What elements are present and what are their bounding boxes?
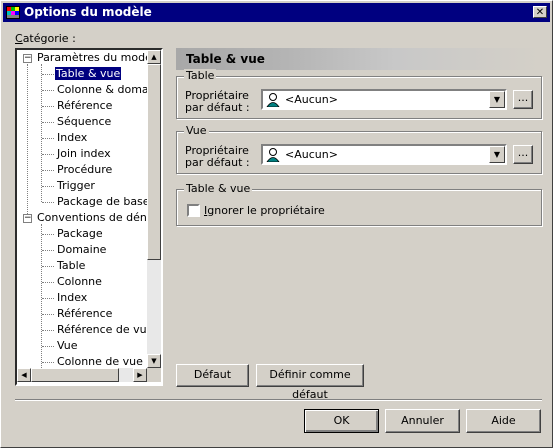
user-icon	[266, 93, 280, 107]
tree-line	[27, 64, 28, 214]
tree-item[interactable]: Colonne	[57, 274, 102, 290]
set-default-button[interactable]: Définir comme défaut	[256, 364, 364, 401]
ignore-owner-label[interactable]: Ignorer le propriétaire	[204, 204, 325, 217]
window-title: Options du modèle	[24, 5, 152, 19]
ok-button[interactable]: OK	[304, 409, 379, 433]
table-owner-label-line2: par défaut :	[185, 101, 250, 114]
app-icon	[6, 6, 20, 19]
tree-line	[42, 186, 54, 187]
dropdown-arrow-icon[interactable]: ▼	[489, 91, 505, 108]
separator	[15, 399, 542, 401]
tree-item[interactable]: Référence	[57, 306, 112, 322]
table-group-title: Table	[184, 69, 217, 82]
tree-group-parametres[interactable]: Paramètres du modèle	[37, 50, 147, 66]
collapse-icon[interactable]: −	[23, 54, 32, 63]
tree-line	[42, 362, 54, 363]
user-icon	[266, 148, 280, 162]
tree-item[interactable]: Colonne de vue	[57, 354, 143, 368]
tree-line	[42, 170, 54, 171]
tree-line	[42, 90, 54, 91]
default-button[interactable]: Défaut	[176, 364, 249, 387]
tree-item[interactable]: Domaine	[57, 242, 106, 258]
help-button[interactable]: Aide	[466, 409, 541, 433]
vue-owner-more-button[interactable]: ...	[513, 145, 533, 164]
tree-item[interactable]: Colonne & domaine	[57, 82, 147, 98]
options-dialog: Options du modèle ✕ Catégorie : − Paramè…	[0, 0, 553, 448]
tree-line	[42, 154, 54, 155]
tree-line	[42, 346, 54, 347]
tree-item[interactable]: Séquence	[57, 114, 111, 130]
tree-item[interactable]: Référence	[57, 98, 112, 114]
dropdown-arrow-icon[interactable]: ▼	[489, 146, 505, 163]
tree-line	[42, 122, 54, 123]
title-bar: Options du modèle ✕	[3, 3, 550, 22]
close-icon: ✕	[535, 7, 545, 18]
table-owner-combo[interactable]: <Aucun> ▼	[261, 89, 507, 110]
tree-item[interactable]: Vue	[57, 338, 78, 354]
cancel-button[interactable]: Annuler	[385, 409, 460, 433]
tree-content: − Paramètres du modèle Table & vue Colon…	[17, 50, 147, 368]
vue-owner-value: <Aucun>	[285, 148, 338, 161]
table-owner-more-button[interactable]: ...	[513, 90, 533, 109]
tree-line	[42, 202, 54, 203]
tree-line	[41, 64, 42, 202]
collapse-icon[interactable]: −	[23, 214, 32, 223]
tree-item[interactable]: Package de base de	[57, 194, 147, 210]
ignore-owner-checkbox[interactable]	[187, 204, 200, 217]
scroll-thumb[interactable]	[147, 64, 161, 260]
vue-owner-label-line2: par défaut :	[185, 156, 250, 169]
scroll-up-button[interactable]: ▲	[147, 50, 161, 64]
vue-group-title: Vue	[184, 124, 209, 137]
tree-line	[42, 330, 54, 331]
scroll-corner	[147, 368, 161, 382]
scroll-left-button[interactable]: ◀	[17, 368, 31, 382]
tree-item[interactable]: Index	[57, 290, 87, 306]
tree-item[interactable]: Index	[57, 130, 87, 146]
tree-item[interactable]: Package	[57, 226, 103, 242]
tree-item[interactable]: Join index	[57, 146, 111, 162]
tree-line	[42, 282, 54, 283]
panel-header: Table & vue	[176, 48, 542, 70]
tree-item[interactable]: Procédure	[57, 162, 112, 178]
tree-line	[42, 266, 54, 267]
tree-group-conventions[interactable]: Conventions de dénomination	[37, 210, 147, 226]
tree-vertical-scrollbar[interactable]: ▲ ▼	[147, 50, 161, 368]
scroll-right-button[interactable]: ▶	[133, 368, 147, 382]
tree-line	[42, 234, 54, 235]
scroll-down-button[interactable]: ▼	[147, 354, 161, 368]
tree-item[interactable]: Référence de vue	[57, 322, 147, 338]
table-owner-value: <Aucun>	[285, 93, 338, 106]
close-button[interactable]: ✕	[533, 6, 547, 18]
tree-line	[42, 314, 54, 315]
tree-line	[42, 106, 54, 107]
tree-item[interactable]: Table & vue	[55, 66, 122, 82]
vue-owner-combo[interactable]: <Aucun> ▼	[261, 144, 507, 165]
categorie-label: Catégorie :	[15, 32, 76, 45]
scroll-thumb[interactable]	[31, 368, 119, 382]
category-tree[interactable]: − Paramètres du modèle Table & vue Colon…	[15, 48, 163, 386]
tree-line	[42, 74, 54, 75]
tree-horizontal-scrollbar[interactable]: ◀ ▶	[17, 368, 147, 382]
tree-item-label: Table & vue	[55, 67, 122, 80]
tree-item[interactable]: Trigger	[57, 178, 95, 194]
tree-item[interactable]: Table	[57, 258, 85, 274]
tree-line	[42, 138, 54, 139]
tree-line	[42, 298, 54, 299]
table-vue-group-title: Table & vue	[184, 182, 253, 195]
tree-line	[42, 250, 54, 251]
